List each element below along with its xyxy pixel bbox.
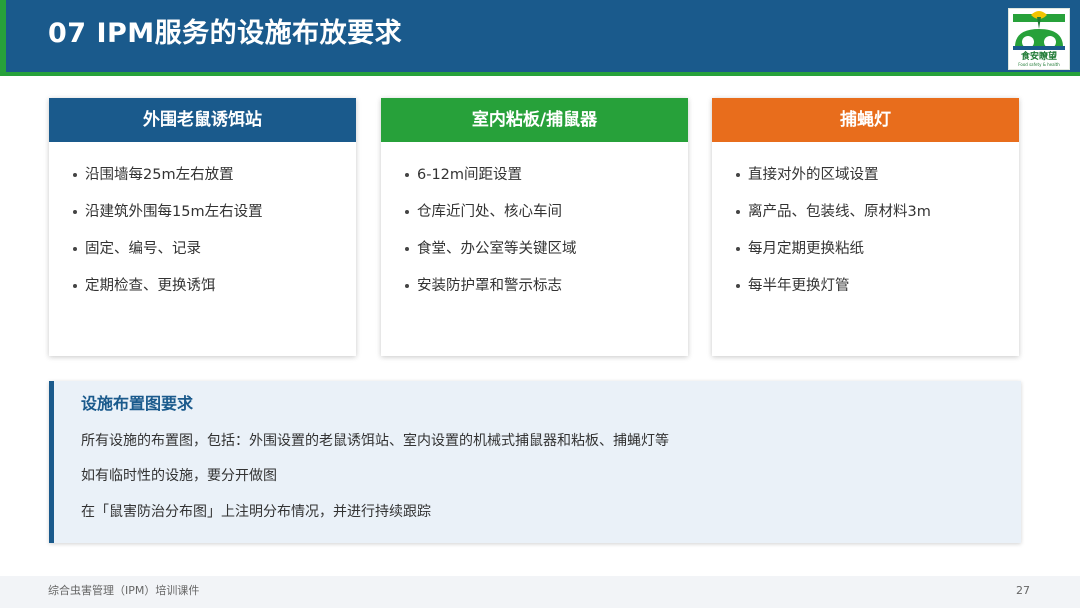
list-item: 食堂、办公室等关键区域 xyxy=(405,236,688,273)
info-title: 设施布置图要求 xyxy=(81,394,194,413)
list-item: 固定、编号、记录 xyxy=(73,236,356,273)
list-item: 仓库近门处、核心车间 xyxy=(405,199,688,236)
footer-course-name: 综合虫害管理（IPM）培训课件 xyxy=(48,584,200,597)
list-item: 每月定期更换粘纸 xyxy=(736,236,1019,273)
card-indoor-glue-board: 室内粘板/捕鼠器 6-12m间距设置 仓库近门处、核心车间 食堂、办公室等关键区… xyxy=(381,98,688,356)
list-item: 6-12m间距设置 xyxy=(405,162,688,199)
list-item: 每半年更换灯管 xyxy=(736,273,1019,310)
layout-requirements-box: 设施布置图要求 所有设施的布置图，包括：外围设置的老鼠诱饵站、室内设置的机械式捕… xyxy=(49,381,1021,543)
list-item: 直接对外的区域设置 xyxy=(736,162,1019,199)
header-underline xyxy=(0,72,1080,76)
page-number: 27 xyxy=(1016,584,1030,597)
logo: 食安瞭望 Food safety & health xyxy=(1008,8,1070,70)
list-item: 离产品、包装线、原材料3m xyxy=(736,199,1019,236)
footer: 综合虫害管理（IPM）培训课件 27 xyxy=(0,576,1080,608)
header-bar: 07 IPM服务的设施布放要求 xyxy=(0,0,1080,72)
info-line: 在「鼠害防治分布图」上注明分布情况，并进行持续跟踪 xyxy=(81,504,431,520)
card-title: 室内粘板/捕鼠器 xyxy=(381,98,688,142)
cloche-leaf-icon xyxy=(1013,11,1065,50)
card-outer-bait-station: 外围老鼠诱饵站 沿围墙每25m左右放置 沿建筑外围每15m左右设置 固定、编号、… xyxy=(49,98,356,356)
logo-name: 食安瞭望 xyxy=(1020,52,1057,62)
page-title: 07 IPM服务的设施布放要求 xyxy=(48,18,403,49)
list-item: 沿建筑外围每15m左右设置 xyxy=(73,199,356,236)
card-title: 外围老鼠诱饵站 xyxy=(49,98,356,142)
card-fly-lamp: 捕蝇灯 直接对外的区域设置 离产品、包装线、原材料3m 每月定期更换粘纸 每半年… xyxy=(712,98,1019,356)
list-item: 定期检查、更换诱饵 xyxy=(73,273,356,310)
logo-subtitle: Food safety & health xyxy=(1018,62,1060,67)
list-item: 安装防护罩和警示标志 xyxy=(405,273,688,310)
info-line: 如有临时性的设施，要分开做图 xyxy=(81,468,277,484)
list-item: 沿围墙每25m左右放置 xyxy=(73,162,356,199)
header-accent-bar xyxy=(0,0,6,72)
info-line: 所有设施的布置图，包括：外围设置的老鼠诱饵站、室内设置的机械式捕鼠器和粘板、捕蝇… xyxy=(81,433,669,449)
info-accent-bar xyxy=(49,381,54,543)
card-title: 捕蝇灯 xyxy=(712,98,1019,142)
